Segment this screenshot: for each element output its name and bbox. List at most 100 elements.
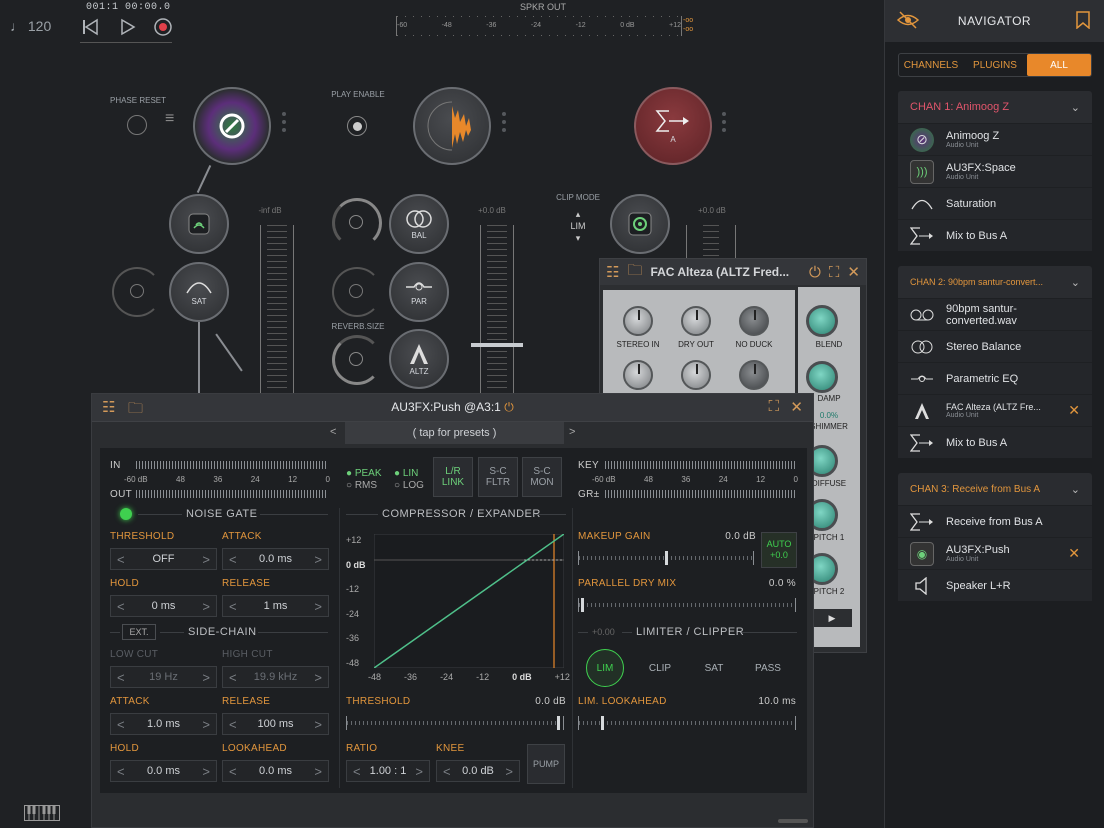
list-item[interactable]: ⊘ Animoog Z Audio Unit [898, 123, 1092, 155]
peak-option[interactable]: PEAK [355, 468, 382, 479]
node-handle[interactable] [722, 112, 726, 132]
high-cut-stepper[interactable]: <19.9 kHz > [222, 666, 329, 688]
saturation-node[interactable]: SAT [169, 262, 229, 322]
knob-row2-2[interactable] [681, 360, 711, 390]
close-icon[interactable]: ✕ [790, 398, 803, 416]
blend-knob[interactable] [806, 305, 838, 337]
list-item[interactable]: ))) AU3FX:Space Audio Unit [898, 155, 1092, 187]
node-handle[interactable] [502, 112, 506, 132]
play-button[interactable] [115, 15, 139, 39]
chevron-down-icon[interactable]: ⌄ [1071, 483, 1080, 496]
comp-lookahead-stepper[interactable]: <0.0 ms > [222, 760, 329, 782]
clip-mode-button[interactable]: CLIP [640, 663, 680, 674]
gate-threshold-stepper[interactable]: < OFF > [110, 548, 217, 570]
low-cut-stepper[interactable]: <19 Hz > [110, 666, 217, 688]
animoog-node[interactable] [193, 87, 271, 165]
gate-attack-stepper[interactable]: <0.0 ms > [222, 548, 329, 570]
parallel-mix-slider[interactable] [578, 598, 796, 612]
tab-channels[interactable]: CHANNELS [899, 54, 963, 76]
channel-1-header[interactable]: CHAN 1: Animoog Z ⌄ [898, 91, 1092, 123]
list-item[interactable]: Mix to Bus A [898, 426, 1092, 458]
noise-gate-enable[interactable] [120, 508, 132, 520]
rewind-button[interactable] [78, 15, 102, 39]
preset-selector[interactable]: ( tap for presets ) [345, 422, 564, 444]
prev-preset-button[interactable]: < [330, 426, 336, 438]
channel-3-header[interactable]: CHAN 3: Receive from Bus A ⌄ [898, 473, 1092, 505]
auto-makeup-button[interactable]: AUTO +0.0 [761, 532, 797, 568]
next-preset-button[interactable]: > [569, 426, 575, 438]
ratio-stepper[interactable]: <1.00 : 1 > [346, 760, 430, 782]
stereo-in-knob[interactable] [623, 306, 653, 336]
tempo-display[interactable]: ♩ 120 [10, 18, 51, 34]
space-node[interactable] [169, 194, 229, 254]
balance-node[interactable]: BAL [389, 194, 449, 254]
lin-option[interactable]: LIN [403, 468, 419, 479]
channel-2-header[interactable]: CHAN 2: 90bpm santur-convert... ⌄ [898, 266, 1092, 298]
mixer-icon[interactable]: ☷ [606, 263, 619, 281]
keyboard-icon[interactable] [24, 805, 60, 824]
clip-mode-selector[interactable]: ▴ LIM ▾ [566, 208, 590, 244]
expand-icon[interactable]: ⛶ [829, 264, 840, 281]
chevron-down-icon[interactable]: ⌄ [1071, 101, 1080, 114]
parametric-eq-node[interactable]: PAR [389, 262, 449, 322]
detection-mode[interactable]: ● PEAK ○ RMS [346, 468, 382, 492]
list-item[interactable]: Stereo Balance [898, 330, 1092, 362]
channel1-fader[interactable] [260, 225, 294, 395]
channel2-fader[interactable] [471, 225, 523, 395]
list-item[interactable]: 90bpm santur-converted.wav [898, 298, 1092, 330]
record-button[interactable] [151, 15, 175, 39]
dry-out-knob[interactable] [681, 306, 711, 336]
list-item[interactable]: Receive from Bus A [898, 505, 1092, 537]
bookmark-icon[interactable] [1076, 11, 1090, 32]
alteza-node[interactable]: ALTZ [389, 329, 449, 389]
folder-icon[interactable]: 🗀 [627, 260, 642, 285]
makeup-gain-slider[interactable] [578, 551, 754, 565]
sc-filter-button[interactable]: S-C FLTR [478, 457, 518, 497]
mix-bus-a-node[interactable]: A [634, 87, 712, 165]
comp-hold-stepper[interactable]: <0.0 ms > [110, 760, 217, 782]
knob-row2-1[interactable] [623, 360, 653, 390]
visibility-icon[interactable] [896, 11, 920, 34]
damp-knob[interactable] [806, 361, 838, 393]
list-item[interactable]: Saturation [898, 187, 1092, 219]
ext-sidechain-button[interactable]: EXT. [122, 624, 156, 640]
tab-plugins[interactable]: PLUGINS [963, 54, 1027, 76]
close-plugin-icon[interactable]: ✕ [1068, 545, 1080, 562]
gate-release-stepper[interactable]: <1 ms > [222, 595, 329, 617]
chevron-down-icon[interactable]: ⌄ [1071, 276, 1080, 289]
power-icon[interactable]: ⏻ [504, 400, 514, 414]
lr-link-button[interactable]: L/R LINK [433, 457, 473, 497]
close-plugin-icon[interactable]: ✕ [1068, 402, 1080, 419]
fac-play-button[interactable]: ▶ [812, 609, 852, 627]
lim-mode-button[interactable]: LIM [586, 649, 624, 687]
push-node[interactable] [610, 194, 670, 254]
log-option[interactable]: LOG [403, 480, 424, 491]
list-item[interactable]: ◉ AU3FX:Push Audio Unit ✕ [898, 537, 1092, 569]
sc-monitor-button[interactable]: S-C MON [522, 457, 562, 497]
lim-lookahead-slider[interactable] [578, 716, 796, 730]
list-item[interactable]: Speaker L+R [898, 569, 1092, 601]
expand-icon[interactable]: ⛶ [768, 398, 779, 415]
scale-mode[interactable]: ● LIN ○ LOG [394, 468, 424, 492]
santur-file-node[interactable] [413, 87, 491, 165]
resize-handle[interactable] [778, 819, 808, 823]
gate-hold-stepper[interactable]: <0 ms > [110, 595, 217, 617]
list-item[interactable]: Parametric EQ [898, 362, 1092, 394]
rms-option[interactable]: RMS [355, 480, 377, 491]
comp-attack-stepper[interactable]: <1.0 ms > [110, 713, 217, 735]
play-enable-toggle[interactable] [347, 116, 367, 136]
power-icon[interactable]: ⏻ [809, 264, 821, 281]
comp-release-stepper[interactable]: <100 ms > [222, 713, 329, 735]
list-item[interactable]: FAC Alteza (ALTZ Fre... Audio Unit ✕ [898, 394, 1092, 426]
knob-row2-3[interactable] [739, 360, 769, 390]
knee-stepper[interactable]: <0.0 dB > [436, 760, 520, 782]
transfer-curve-graph[interactable] [374, 534, 564, 668]
phase-reset-button[interactable] [127, 115, 147, 135]
comp-threshold-slider[interactable] [346, 716, 564, 730]
node-handle[interactable] [282, 112, 286, 132]
no-duck-knob[interactable] [739, 306, 769, 336]
pump-button[interactable]: PUMP [527, 744, 565, 784]
sat-mode-button[interactable]: SAT [694, 663, 734, 674]
menu-icon[interactable]: ≡ [165, 111, 183, 127]
tab-all[interactable]: ALL [1027, 54, 1091, 76]
